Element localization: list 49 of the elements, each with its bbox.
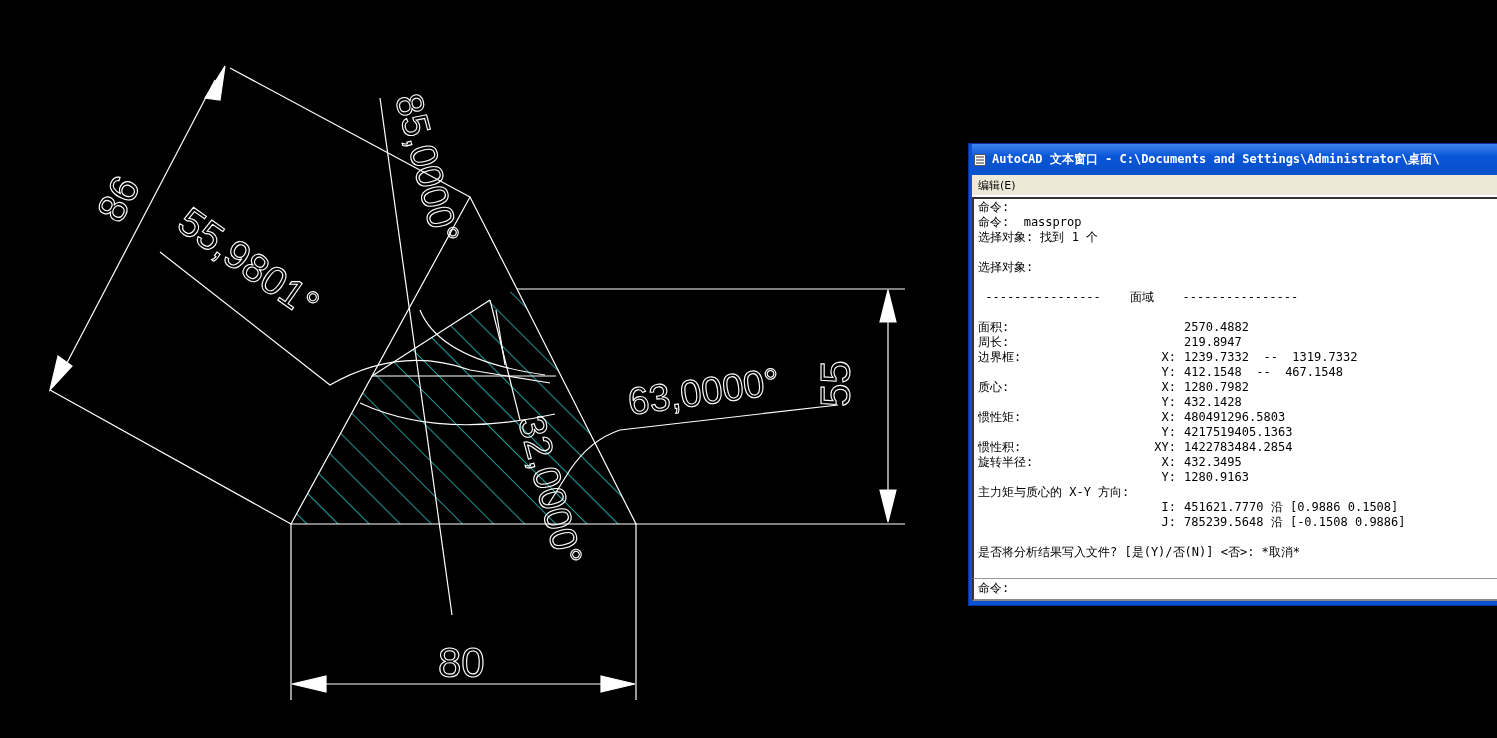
property-value: 219.8947 [1184,335,1243,350]
property-label: 质心: [978,380,1011,395]
property-label: 周长: [978,335,1011,350]
window-icon [974,153,986,166]
property-label: 面积: [978,320,1011,335]
axis-label: X: [1160,380,1176,395]
property-value: 480491296.5803 [1184,410,1287,425]
dimension-text: 32,0000° [510,411,591,570]
property-label: 旋转半径: [978,455,1035,470]
output-line: 是否将分析结果写入文件? [是(Y)/否(N)] <否>: *取消* [978,545,1301,559]
axis-label: I: [1160,500,1176,515]
axis-label: X: [1160,410,1176,425]
property-value: 4217519405.1363 [1184,425,1294,440]
window-title: AutoCAD 文本窗口 - C:\Documents and Settings\Administrator\桌面\ [992,151,1440,168]
property-value: 2570.4882 [1184,320,1251,335]
output-line: ---------------- 面域 ---------------- [984,290,1299,304]
property-value: 1280.7982 [1184,380,1251,395]
dimension-text: 55 [812,360,859,407]
property-label: 惯性积: [978,440,1023,455]
axis-label: X: [1160,350,1176,365]
command-line-field[interactable]: 命令: [972,578,1497,601]
dimension-text: 63,0000° [625,360,783,423]
axis-label: Y: [1160,365,1176,380]
output-line: 选择对象: 找到 1 个 [978,230,1099,244]
property-value: 785239.5648 沿 [-0.1508 0.9886] [1184,515,1407,530]
property-label: 惯性矩: [978,410,1023,425]
axis-label: Y: [1160,425,1176,440]
output-line: 命令: [978,200,1010,214]
property-value: 1239.7332 -- 1319.7332 [1184,350,1359,365]
property-label: 边界框: [978,350,1023,365]
dimension-text: 86 [88,168,148,229]
dimension-text: 85,0000° [387,89,468,248]
axis-label: X: [1160,455,1176,470]
command-prompt: 命令: [978,581,1010,595]
property-value: 1280.9163 [1184,470,1251,485]
property-value: 432.3495 [1184,455,1243,470]
output-line: 主力矩与质心的 X-Y 方向: [978,485,1130,499]
dimension-text: 80 [438,639,485,686]
menu-item[interactable]: 编辑(E) [978,177,1016,193]
axis-label: J: [1160,515,1176,530]
property-value: 432.1428 [1184,395,1243,410]
axis-label: XY: [1153,440,1176,455]
axis-label: Y: [1160,470,1176,485]
output-line: 命令: massprop [978,215,1082,229]
axis-label: Y: [1160,395,1176,410]
output-line: 选择对象: [978,260,1034,274]
property-value: 412.1548 -- 467.1548 [1184,365,1344,380]
property-value: 1422783484.2854 [1184,440,1294,455]
property-value: 451621.7770 沿 [0.9886 0.1508] [1184,500,1400,515]
